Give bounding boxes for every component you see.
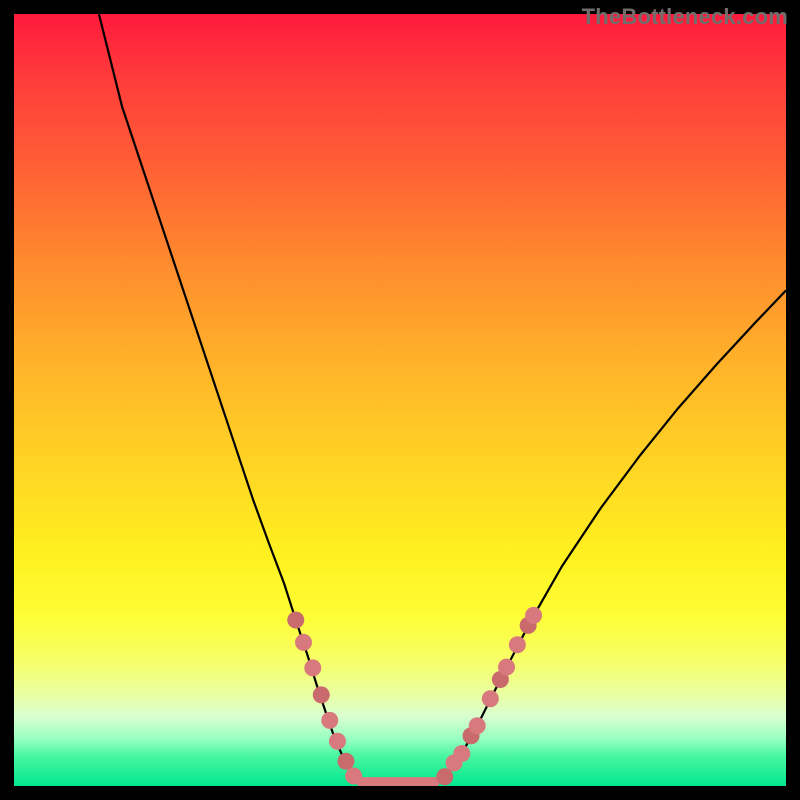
- data-marker: [453, 745, 470, 762]
- data-marker: [337, 753, 354, 770]
- data-marker: [321, 712, 338, 729]
- markers-right-cluster: [436, 607, 542, 785]
- data-marker: [482, 690, 499, 707]
- data-marker: [469, 717, 486, 734]
- data-marker: [525, 607, 542, 624]
- data-marker: [304, 659, 321, 676]
- data-marker: [287, 612, 304, 629]
- curve-left-branch: [99, 14, 435, 786]
- data-marker: [329, 733, 346, 750]
- data-marker: [509, 636, 526, 653]
- data-marker: [295, 634, 312, 651]
- chart-plot-area: [14, 14, 786, 786]
- markers-left-cluster: [287, 612, 362, 785]
- data-marker: [436, 768, 453, 785]
- curve-right-branch: [435, 290, 786, 786]
- chart-svg: [14, 14, 786, 786]
- data-marker: [498, 659, 515, 676]
- watermark-text: TheBottleneck.com: [582, 4, 788, 30]
- data-marker: [345, 767, 362, 784]
- data-marker: [313, 686, 330, 703]
